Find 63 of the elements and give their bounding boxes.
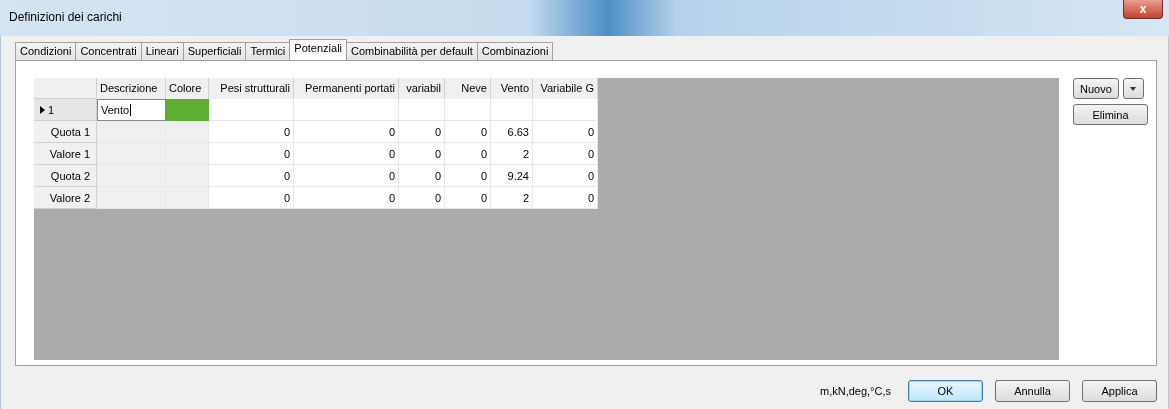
table-cell: 9.24 — [491, 165, 533, 187]
table-cell: 2 — [491, 143, 533, 165]
table-cell: 0 — [294, 143, 399, 165]
tab[interactable]: Combinabilità per default — [346, 42, 478, 60]
table-cell: 6.63 — [491, 121, 533, 143]
tab[interactable]: Concentrati — [75, 42, 142, 60]
table-cell: 2 — [491, 187, 533, 209]
table-cell: 0 — [533, 187, 598, 209]
column-header: Colore — [166, 78, 209, 99]
dialog-button[interactable]: OK — [908, 380, 983, 402]
tab[interactable]: Lineari — [140, 42, 184, 60]
row-header[interactable]: Quota 2 — [34, 165, 97, 187]
dialog-button[interactable]: Applica — [1082, 380, 1157, 402]
table-cell: 0 — [399, 143, 445, 165]
column-header: Pesi strutturali — [209, 78, 294, 99]
column-header: Vento — [491, 78, 533, 99]
current-row-icon — [40, 105, 45, 114]
tab[interactable]: Condizioni — [15, 42, 77, 60]
column-header: Descrizione — [97, 78, 166, 99]
table-cell: 0 — [294, 121, 399, 143]
column-header: Permanenti portati — [294, 78, 399, 99]
row-header[interactable]: Quota 1 — [34, 121, 97, 143]
table-cell: 0 — [209, 143, 294, 165]
new-button[interactable]: Nuovo — [1073, 78, 1119, 99]
caret-icon — [1130, 86, 1137, 91]
table-cell: 0 — [399, 121, 445, 143]
column-header: Variabile G — [533, 78, 598, 99]
tab[interactable]: Termici — [245, 42, 291, 60]
table-cell: 0 — [533, 143, 598, 165]
column-header: variabil — [399, 78, 445, 99]
row-label: Valore 2 — [49, 191, 90, 204]
table-cell: 0 — [533, 165, 598, 187]
row-header[interactable]: Valore 1 — [34, 143, 97, 165]
table-cell: 0 — [445, 121, 491, 143]
row-header[interactable]: Valore 2 — [34, 187, 97, 209]
tab[interactable]: Superficiali — [182, 42, 247, 60]
tab[interactable]: Combinazioni — [476, 42, 554, 60]
table-cell: 0 — [209, 187, 294, 209]
table-cell: 0 — [399, 187, 445, 209]
row-header[interactable]: 1 — [34, 99, 97, 121]
tab[interactable]: Potenziali — [289, 39, 348, 60]
dropdown-button[interactable] — [1122, 78, 1144, 99]
row-label: 1 — [48, 103, 55, 116]
row-label: Quota 1 — [50, 125, 90, 138]
table-cell: 0 — [294, 187, 399, 209]
column-header: Neve — [445, 78, 491, 99]
row-label: Valore 1 — [49, 147, 90, 160]
window-title: Definizioni dei carichi — [9, 10, 122, 24]
table-cell: 0 — [209, 165, 294, 187]
table-cell: 0 — [399, 165, 445, 187]
dialog-button[interactable]: Annulla — [995, 380, 1070, 402]
description-input[interactable]: Vento — [97, 99, 166, 121]
row-label: Quota 2 — [50, 169, 90, 182]
table-cell: 0 — [445, 165, 491, 187]
delete-button[interactable]: Elimina — [1073, 104, 1148, 125]
table-cell: 0 — [445, 187, 491, 209]
color-swatch[interactable] — [166, 99, 209, 121]
table-cell: 0 — [294, 165, 399, 187]
table-cell: 0 — [209, 121, 294, 143]
table-cell: 0 — [445, 143, 491, 165]
units-label: m,kN,deg,°C,s — [819, 385, 891, 397]
corner-cell — [34, 78, 97, 99]
table-cell: 0 — [533, 121, 598, 143]
